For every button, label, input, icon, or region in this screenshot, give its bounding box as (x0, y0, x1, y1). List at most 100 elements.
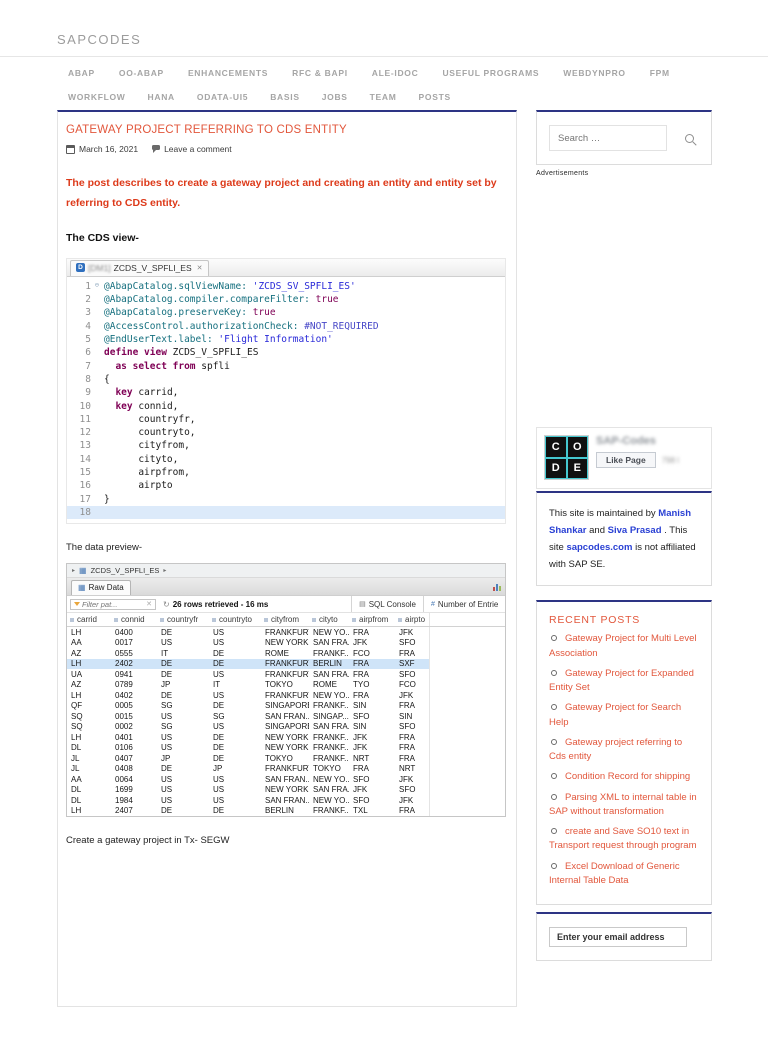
recent-post-link[interactable]: Gateway Project for Expanded Entity Set (549, 668, 694, 693)
post-date-group[interactable]: March 16, 2021 (66, 144, 138, 154)
refresh-icon[interactable]: ↻ (163, 600, 170, 609)
nav-item-webdynpro[interactable]: WEBDYNPRO (563, 68, 626, 78)
nav-item-workflow[interactable]: WORKFLOW (68, 92, 126, 102)
number-of-entries-control[interactable]: # Number of Entrie (424, 596, 505, 612)
recent-post-link[interactable]: Condition Record for shipping (565, 771, 690, 782)
table-row[interactable]: QF 0005 SG DE SINGAPORE FRANKF... SIN FRA (67, 700, 505, 712)
nav-item-basis[interactable]: BASIS (270, 92, 299, 102)
nav-item-ale-idoc[interactable]: ALE-IDOC (372, 68, 419, 78)
breadcrumb-view-name[interactable]: ZCDS_V_SPFLI_ES (91, 566, 160, 575)
recent-post-item[interactable]: Condition Record for shipping (549, 770, 699, 784)
fold-icon[interactable]: ⊖ (95, 281, 99, 289)
table-row[interactable]: LH 2402 DE DE FRANKFURT BERLIN FRA SXF (67, 658, 505, 670)
recent-post-link[interactable]: Gateway Project for Multi Level Associat… (549, 633, 696, 658)
table-row[interactable]: DL 1984 US US SAN FRAN... NEW YO... SFO JFK (67, 795, 505, 806)
recent-post-link[interactable]: Excel Download of Generic Internal Table… (549, 861, 680, 886)
table-cell: NRT (353, 753, 370, 763)
nav-item-hana[interactable]: HANA (148, 92, 175, 102)
nav-item-abap[interactable]: ABAP (68, 68, 95, 78)
recent-post-item[interactable]: Gateway Project for Multi Level Associat… (549, 632, 699, 661)
line-number: 1 ⊖ (85, 280, 99, 292)
nav-item-oo-abap[interactable]: OO-ABAP (119, 68, 164, 78)
nav-item-useful-programs[interactable]: USEFUL PROGRAMS (442, 68, 539, 78)
facebook-page-name[interactable]: SAP-Codes (596, 435, 704, 447)
search-button[interactable] (681, 130, 698, 147)
recent-post-item[interactable]: Excel Download of Generic Internal Table… (549, 860, 699, 889)
code-token: true (309, 294, 339, 306)
code-text: cityfrom, (95, 439, 189, 452)
code-token: define view (104, 347, 167, 359)
table-row[interactable]: LH 0401 US DE NEW YORK FRANKF... JFK FRA (67, 732, 505, 743)
post-title[interactable]: GATEWAY PROJECT REFERRING TO CDS ENTITY (66, 124, 508, 136)
table-row[interactable]: SQ 0015 US SG SAN FRAN... SINGAP... SFO SIN (67, 711, 505, 722)
table-row[interactable]: LH 0400 DE US FRANKFURT NEW YO... FRA JFK (67, 627, 505, 638)
funnel-icon (74, 602, 80, 607)
table-cell: SQ (71, 722, 83, 732)
column-header-countryto[interactable]: countryto (209, 613, 261, 626)
line-number: 7 (85, 360, 91, 372)
table-header-row: carrid connid countryfr countryto cityfrom ci… (67, 613, 505, 628)
chart-view-icon[interactable] (493, 583, 501, 592)
recent-post-item[interactable]: Gateway Project for Expanded Entity Set (549, 667, 699, 696)
nav-item-posts[interactable]: POSTS (419, 92, 451, 102)
table-cell: JL (71, 764, 80, 774)
comments-link[interactable]: Leave a comment (152, 144, 232, 154)
editor-tab[interactable]: D [DM1] ZCDS_V_SPFLI_ES ✕ (70, 259, 209, 276)
column-header-countryfr[interactable]: countryfr (157, 613, 209, 626)
table-row[interactable]: JL 0408 DE JP FRANKFURT TOKYO FRA NRT (67, 763, 505, 775)
table-row[interactable]: JL 0407 JP DE TOKYO FRANKF... NRT FRA (67, 753, 505, 764)
sql-console-button[interactable]: ▤ SQL Console (351, 596, 424, 613)
nav-item-rfc-bapi[interactable]: RFC & BAPI (292, 68, 348, 78)
table-row[interactable]: DL 0106 US DE NEW YORK FRANKF... JFK FRA (67, 742, 505, 754)
table-row[interactable]: LH 2407 DE DE BERLIN FRANKF... TXL FRA (67, 805, 505, 817)
avatar-letter: D (546, 458, 566, 478)
column-header-connid[interactable]: connid (111, 613, 157, 626)
chevron-right-icon[interactable]: ▸ (163, 567, 166, 574)
recent-post-link[interactable]: create and Save SO10 text in Transport r… (549, 826, 697, 851)
recent-post-item[interactable]: Parsing XML to internal table in SAP wit… (549, 791, 699, 820)
search-input[interactable] (549, 125, 667, 151)
table-cell: DL (71, 785, 82, 795)
tab-raw-data[interactable]: ▦ Raw Data (71, 580, 131, 596)
column-header-carrid[interactable]: carrid (67, 613, 111, 626)
facebook-page-avatar[interactable]: CODE (544, 435, 589, 480)
nav-item-jobs[interactable]: JOBS (322, 92, 348, 102)
table-row[interactable]: AA 0064 US US SAN FRAN... NEW YO... SFO JFK (67, 774, 505, 785)
chevron-right-icon[interactable]: ▸ (72, 567, 75, 574)
recent-post-link[interactable]: Gateway Project for Search Help (549, 702, 681, 727)
table-cell: JFK (353, 743, 368, 753)
maintainer-link-siva-prasad[interactable]: Siva Prasad (608, 525, 662, 536)
table-cell: NEW YO... (313, 795, 349, 805)
table-row[interactable]: UA 0941 DE US FRANKFURT SAN FRA... FRA SFO (67, 669, 505, 680)
recent-post-item[interactable]: create and Save SO10 text in Transport r… (549, 825, 699, 854)
nav-item-team[interactable]: TEAM (370, 92, 397, 102)
maintainer-link-sapcodes-com[interactable]: sapcodes.com (566, 542, 632, 553)
table-row[interactable]: AZ 0555 IT DE ROME FRANKF... FCO FRA (67, 648, 505, 659)
table-cell: SAN FRAN... (265, 795, 309, 805)
table-row[interactable]: LH 0402 DE US FRANKFURT NEW YO... FRA JFK (67, 690, 505, 701)
recent-post-item[interactable]: Gateway project referring to Cds entity (549, 736, 699, 765)
nav-item-enhancements[interactable]: ENHANCEMENTS (188, 68, 268, 78)
table-row[interactable]: AZ 0789 JP IT TOKYO ROME TYO FCO (67, 679, 505, 691)
recent-post-link[interactable]: Gateway project referring to Cds entity (549, 737, 682, 762)
column-label: carrid (77, 615, 98, 625)
code-lines: 1 ⊖ @AbapCatalog.sqlViewName: 'ZCDS_SV_SPF… (67, 277, 505, 523)
nav-item-odata-ui5[interactable]: ODATA-UI5 (197, 92, 248, 102)
filter-input[interactable] (82, 599, 145, 609)
like-page-button[interactable]: Like Page (596, 452, 656, 468)
site-logo[interactable]: SAPCODES (57, 32, 768, 47)
column-header-cityfrom[interactable]: cityfrom (261, 613, 309, 626)
column-header-airpto[interactable]: airpto (395, 613, 429, 626)
clear-filter-icon[interactable]: ✕ (146, 600, 152, 608)
table-row[interactable]: SQ 0002 SG US SINGAPORE SAN FRA... SIN SFO (67, 721, 505, 733)
recent-post-link[interactable]: Parsing XML to internal table in SAP wit… (549, 792, 697, 817)
column-header-cityto[interactable]: cityto (309, 613, 349, 626)
code-text: countryto, (95, 426, 195, 439)
nav-item-fpm[interactable]: FPM (650, 68, 670, 78)
close-icon[interactable]: ✕ (197, 264, 203, 272)
column-header-airpfrom[interactable]: airpfrom (349, 613, 395, 626)
table-row[interactable]: AA 0017 US US NEW YORK SAN FRA... JFK SFO (67, 637, 505, 649)
table-row[interactable]: DL 1699 US US NEW YORK SAN FRA... JFK SFO (67, 784, 505, 796)
recent-post-item[interactable]: Gateway Project for Search Help (549, 701, 699, 730)
email-input[interactable] (549, 927, 687, 948)
